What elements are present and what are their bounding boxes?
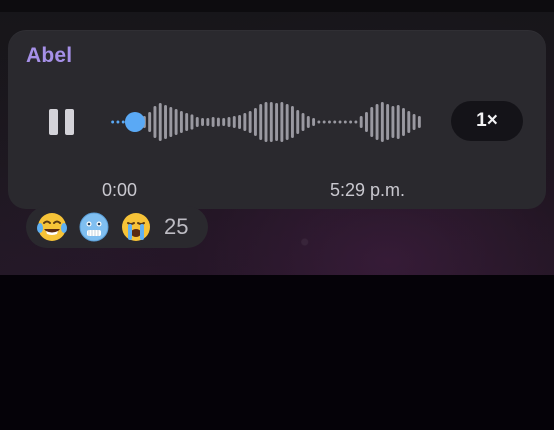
playback-speed-button[interactable]: 1× bbox=[451, 101, 523, 141]
pause-button[interactable] bbox=[48, 109, 76, 137]
waveform-bar bbox=[195, 117, 199, 127]
waveform-bar bbox=[116, 120, 120, 124]
waveform-bar bbox=[328, 120, 331, 124]
waveform-bar bbox=[201, 118, 204, 126]
waveform-bar bbox=[402, 108, 405, 136]
waveform-bar bbox=[211, 117, 215, 127]
top-strip bbox=[0, 0, 554, 12]
waveform-bar bbox=[222, 118, 226, 126]
pause-icon-bar-right bbox=[65, 109, 74, 135]
waveform-bar bbox=[285, 104, 289, 140]
waveform-bar bbox=[179, 111, 183, 133]
bottom-area bbox=[0, 275, 554, 430]
waveform-bar bbox=[185, 113, 189, 131]
message-timestamp: 5:29 p.m. bbox=[330, 180, 406, 200]
waveform-bar bbox=[164, 105, 167, 139]
waveform-bar bbox=[396, 105, 400, 139]
waveform-bar bbox=[232, 116, 236, 128]
voice-message-bubble[interactable]: Abel 1× 0:00 5:29 p.m. bbox=[8, 30, 546, 209]
waveform-bar bbox=[365, 112, 368, 132]
waveform-bar bbox=[370, 107, 374, 137]
waveform-bar bbox=[121, 120, 125, 124]
waveform-bar bbox=[269, 102, 273, 142]
waveform-bar bbox=[248, 111, 252, 133]
waveform-bar bbox=[216, 117, 220, 127]
waveform-bar bbox=[333, 120, 337, 124]
waveform-bar bbox=[227, 117, 231, 127]
waveform-bar bbox=[190, 114, 194, 130]
audio-waveform[interactable] bbox=[110, 100, 422, 144]
waveform-bar bbox=[354, 120, 358, 124]
waveform-bar bbox=[111, 120, 115, 124]
waveform-bar bbox=[312, 118, 316, 126]
waveform-bar bbox=[169, 107, 173, 137]
waveform-bar bbox=[290, 106, 294, 138]
sender-name[interactable]: Abel bbox=[26, 44, 72, 68]
waveform-bar bbox=[375, 104, 379, 140]
waveform-bar bbox=[359, 116, 363, 128]
waveform-bar bbox=[259, 104, 263, 140]
waveform-bar bbox=[412, 114, 416, 130]
waveform-bar bbox=[238, 115, 242, 129]
waveform-bar bbox=[317, 120, 321, 124]
waveform-bar bbox=[343, 120, 347, 124]
waveform-bar bbox=[243, 113, 247, 131]
waveform-bar bbox=[296, 110, 300, 134]
waveform-bar bbox=[380, 102, 384, 142]
waveform-bar bbox=[275, 103, 279, 141]
reaction-count: 25 bbox=[164, 214, 189, 239]
waveform-bar bbox=[407, 111, 411, 133]
waveform-bar bbox=[153, 106, 157, 138]
waveform-bar bbox=[338, 120, 342, 124]
waveform-bar bbox=[148, 112, 152, 132]
reactions-bar[interactable]: 25 bbox=[26, 206, 208, 248]
waveform-bar bbox=[264, 102, 268, 142]
waveform-bar bbox=[306, 116, 310, 128]
waveform-bar bbox=[349, 120, 353, 124]
waveform-bar bbox=[158, 103, 162, 141]
pause-icon-bar-left bbox=[49, 109, 58, 135]
cold-face-emoji[interactable] bbox=[78, 211, 110, 243]
playback-position-dot[interactable] bbox=[124, 112, 145, 132]
waveform-bar bbox=[386, 104, 390, 140]
elapsed-time: 0:00 bbox=[102, 180, 138, 200]
waveform-bar bbox=[391, 106, 395, 138]
waveform-bar bbox=[174, 109, 178, 135]
waveform-bar bbox=[253, 108, 257, 136]
waveform-bar bbox=[280, 102, 284, 142]
waveform-bar bbox=[322, 120, 326, 124]
waveform-bar bbox=[417, 116, 421, 128]
waveform-bar bbox=[301, 113, 305, 131]
tears-of-joy-emoji[interactable] bbox=[36, 211, 68, 243]
waveform-bar bbox=[206, 118, 210, 126]
loudly-crying-emoji[interactable] bbox=[120, 211, 152, 243]
